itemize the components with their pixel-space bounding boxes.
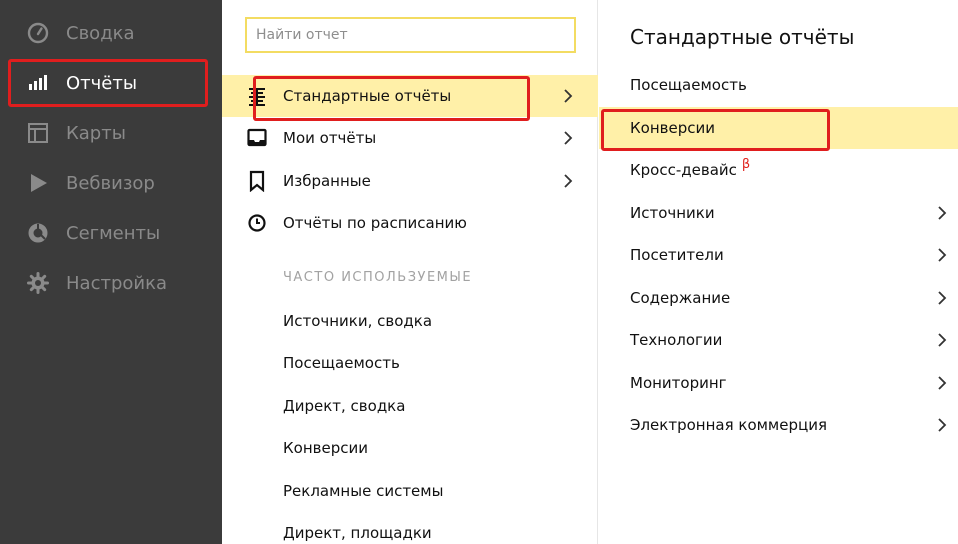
frequent-link[interactable]: Посещаемость: [283, 354, 400, 372]
report-item-attendance[interactable]: Посещаемость: [599, 64, 958, 106]
gear-icon: [27, 272, 49, 294]
frequent-link[interactable]: Источники, сводка: [283, 312, 432, 330]
chevron-right-icon: [562, 173, 574, 189]
bookmark-icon: [246, 170, 268, 192]
chevron-right-icon: [936, 290, 948, 306]
menu-item-label: Мои отчёты: [283, 129, 377, 147]
chevron-right-icon: [936, 247, 948, 263]
frequent-link[interactable]: Рекламные системы: [283, 482, 443, 500]
speedometer-icon: [27, 22, 49, 44]
frequent-link[interactable]: Директ, сводка: [283, 397, 405, 415]
report-item-label: Содержание: [630, 289, 731, 307]
list-icon: [246, 85, 268, 107]
chevron-right-icon: [936, 205, 948, 221]
report-item-label: Мониторинг: [630, 374, 727, 392]
chevron-right-icon: [562, 130, 574, 146]
main-sidebar: Сводка Отчёты Карты Вебвизор Сегменты На…: [0, 0, 222, 544]
sidebar-item-webvisor[interactable]: Вебвизор: [0, 158, 222, 208]
sidebar-item-segments[interactable]: Сегменты: [0, 208, 222, 258]
menu-item-scheduled-reports[interactable]: Отчёты по расписанию: [222, 202, 598, 244]
sidebar-item-label: Отчёты: [66, 72, 138, 94]
sidebar-item-label: Сегменты: [66, 222, 161, 244]
chevron-right-icon: [936, 417, 948, 433]
report-item-label: Электронная коммерция: [630, 416, 827, 434]
reports-menu-panel: Стандартные отчёты Мои отчёты Избранные …: [222, 0, 598, 544]
report-item-label: Посетители: [630, 246, 724, 264]
report-item-sources[interactable]: Источники: [599, 192, 958, 234]
menu-item-standard-reports[interactable]: Стандартные отчёты: [222, 75, 598, 117]
inbox-icon: [246, 127, 268, 149]
menu-item-my-reports[interactable]: Мои отчёты: [222, 117, 598, 159]
report-item-content[interactable]: Содержание: [599, 277, 958, 319]
panel-title: Стандартные отчёты: [630, 25, 855, 49]
sidebar-item-label: Сводка: [66, 22, 135, 44]
sidebar-item-label: Карты: [66, 122, 126, 144]
report-item-label: Посещаемость: [630, 76, 747, 94]
report-item-ecommerce[interactable]: Электронная коммерция: [599, 404, 958, 446]
report-item-technologies[interactable]: Технологии: [599, 319, 958, 361]
chevron-right-icon: [936, 332, 948, 348]
sidebar-item-maps[interactable]: Карты: [0, 108, 222, 158]
bar-chart-icon: [27, 72, 49, 94]
report-item-cross-device[interactable]: Кросс-девайс β: [599, 149, 958, 191]
menu-item-label: Избранные: [283, 172, 371, 190]
report-search-input[interactable]: [245, 17, 576, 53]
report-item-label-text: Кросс-девайс: [630, 161, 737, 179]
sidebar-item-label: Настройка: [66, 272, 167, 294]
sidebar-item-settings[interactable]: Настройка: [0, 258, 222, 308]
standard-reports-panel: Стандартные отчёты Посещаемость Конверси…: [599, 0, 958, 544]
donut-icon: [27, 222, 49, 244]
section-title-frequent: ЧАСТО ИСПОЛЬЗУЕМЫЕ: [283, 270, 473, 285]
report-item-label: Источники: [630, 204, 715, 222]
report-item-visitors[interactable]: Посетители: [599, 234, 958, 276]
map-layout-icon: [27, 122, 49, 144]
menu-item-favorites[interactable]: Избранные: [222, 160, 598, 202]
play-icon: [27, 172, 49, 194]
sidebar-item-summary[interactable]: Сводка: [0, 8, 222, 58]
frequent-link[interactable]: Конверсии: [283, 439, 368, 457]
report-item-label: Кросс-девайс β: [630, 157, 750, 179]
menu-item-label: Стандартные отчёты: [283, 87, 452, 105]
frequent-link[interactable]: Директ, площадки: [283, 524, 432, 542]
report-item-conversions[interactable]: Конверсии: [599, 107, 958, 149]
beta-badge: β: [741, 157, 751, 172]
report-item-label: Технологии: [630, 331, 723, 349]
chevron-right-icon: [936, 375, 948, 391]
chevron-right-icon: [562, 88, 574, 104]
report-item-label: Конверсии: [630, 119, 715, 137]
clock-icon: [246, 212, 268, 234]
sidebar-item-reports[interactable]: Отчёты: [0, 58, 222, 108]
report-item-monitoring[interactable]: Мониторинг: [599, 362, 958, 404]
sidebar-item-label: Вебвизор: [66, 172, 155, 194]
menu-item-label: Отчёты по расписанию: [283, 214, 467, 232]
